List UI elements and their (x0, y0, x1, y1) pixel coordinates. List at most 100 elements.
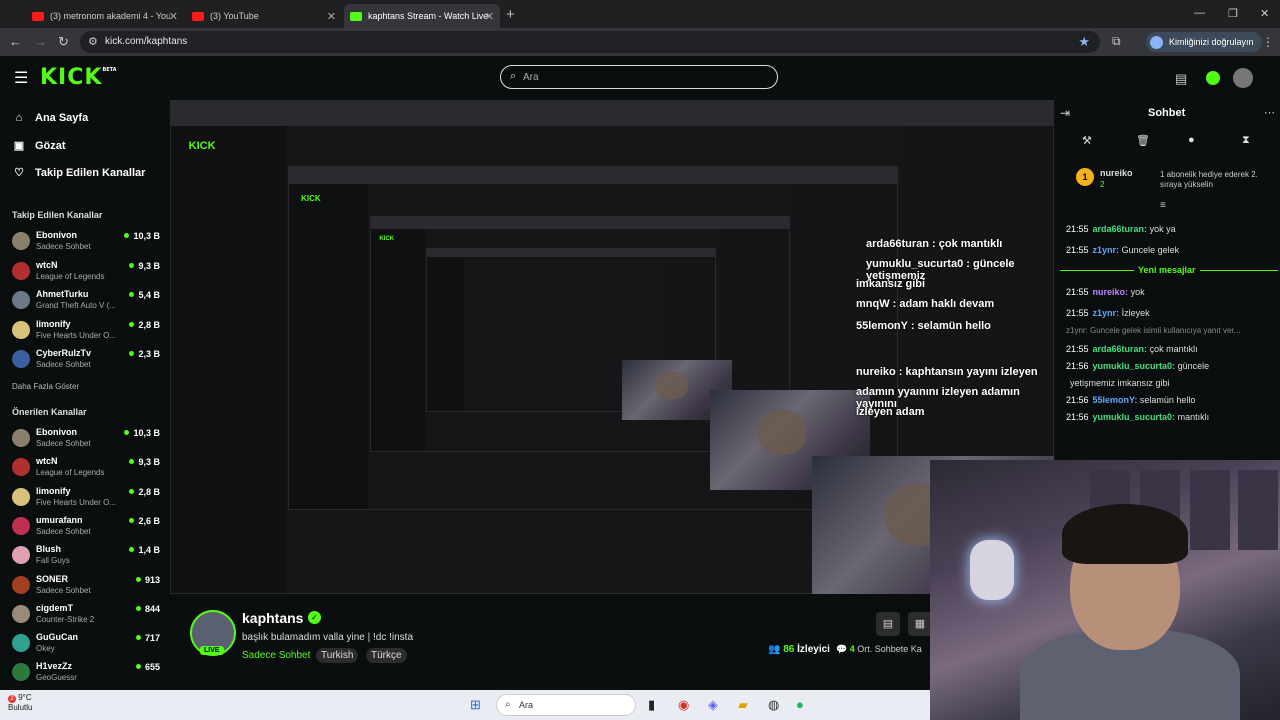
channel-category: Sadece Sohbet (36, 242, 91, 251)
gift-leaderboard[interactable]: 1 nureiko 2 1 abonelik hediye ederek 2. … (1074, 162, 1274, 192)
message-user[interactable]: arda66turan: (1093, 224, 1148, 234)
message-user[interactable]: z1ynr: (1093, 245, 1120, 255)
browser-tab-youtube-metronom[interactable]: (3) metronom akademi 4 - YouTube ✕ (26, 4, 184, 28)
chat-settings-icon[interactable]: ⋯ (1264, 106, 1275, 119)
nav-browse[interactable]: ▣ Gözat (12, 139, 66, 153)
site-info-icon[interactable]: ⚙ (88, 35, 98, 48)
chat-message[interactable]: 21:56 55lemonY: selamün hello (1066, 395, 1276, 405)
windows-start-icon[interactable]: ⊞ (470, 697, 481, 713)
clips-icon[interactable]: ▤ (1175, 71, 1187, 87)
tag-turkish[interactable]: Turkish (316, 648, 359, 663)
recommended-channel[interactable]: SONER Sadece Sohbet 913 (12, 572, 160, 600)
gift-button[interactable]: ▦ (908, 612, 932, 636)
message-user[interactable]: nureiko: (1093, 287, 1129, 297)
obs-icon[interactable]: ◍ (768, 697, 779, 713)
channel-category: Sadece Sohbet (36, 439, 91, 448)
nav-home[interactable]: ⌂ Ana Sayfa (12, 112, 89, 124)
channel-viewers: 655 (136, 662, 160, 672)
video-player[interactable]: KICK KICK KICK arda66turan : çok mantıkl… (170, 100, 1054, 594)
recommended-channel[interactable]: limonify Five Hearts Under O... 2,8 B (12, 484, 160, 512)
following-channel[interactable]: wtcN League of Legends 9,3 B (12, 258, 160, 286)
channel-name: CyberRulzTv (36, 348, 92, 358)
chrome-icon[interactable]: ◉ (678, 697, 689, 713)
kick-icon (350, 11, 362, 21)
back-icon[interactable]: ← (9, 34, 22, 49)
recommended-channel[interactable]: cigdemT Counter-Strike 2 844 (12, 601, 160, 629)
taskbar-search[interactable]: ⌕ Ara (496, 694, 636, 716)
following-section-title: Takip Edilen Kanallar (12, 210, 103, 220)
bookmark-star-icon[interactable]: ★ (1078, 34, 1090, 50)
task-view-icon[interactable]: ▮ (648, 697, 655, 713)
maximize-icon[interactable]: ❐ (1228, 7, 1238, 20)
expand-icon[interactable]: ≡ (1160, 200, 1166, 211)
new-tab-icon[interactable]: + (506, 6, 515, 23)
kick-logo[interactable]: KICKBETA (40, 65, 117, 90)
discord-icon[interactable]: ◈ (708, 697, 718, 713)
browser-menu-icon[interactable]: ⋮ (1262, 35, 1274, 49)
close-tab-icon[interactable]: ✕ (485, 10, 494, 23)
message-time: 21:56 (1066, 412, 1089, 422)
browser-tab-kick[interactable]: kaphtans Stream - Watch Live on Kick ✕ (344, 4, 500, 28)
chat-message[interactable]: 21:55 z1ynr: İzleyek (1066, 308, 1276, 318)
spotify-icon[interactable]: ● (796, 697, 804, 712)
hamburger-menu-icon[interactable]: ☰ (14, 68, 28, 88)
message-user[interactable]: yumuklu_sucurta0: (1093, 412, 1176, 422)
search-input[interactable]: ⌕ Ara (500, 65, 778, 89)
recommended-channel[interactable]: wtcN League of Legends 9,3 B (12, 454, 160, 482)
hourglass-icon[interactable]: ⧗ (1242, 134, 1250, 147)
extensions-icon[interactable]: ⧉ (1112, 34, 1121, 49)
message-user[interactable]: z1ynr: (1093, 308, 1120, 318)
following-channel[interactable]: CyberRulzTv Sadece Sohbet 2,3 B (12, 346, 160, 374)
trash-icon[interactable]: 🗑 (1136, 134, 1150, 147)
tag-turkce[interactable]: Türkçe (366, 648, 407, 663)
hammer-icon[interactable]: ⚒ (1082, 134, 1092, 147)
reload-icon[interactable]: ↻ (58, 34, 69, 50)
chat-bubble-icon[interactable]: ● (1188, 134, 1195, 146)
following-channel[interactable]: Ebonivon Sadece Sohbet 10,3 B (12, 228, 160, 256)
recommended-channel[interactable]: GuGuCan Okey 717 (12, 630, 160, 658)
collapse-chat-icon[interactable]: ⇥ (1060, 106, 1070, 120)
weather-widget[interactable]: 2 9°C Bulutlu (8, 693, 32, 713)
avg-time-number: 4 (849, 644, 855, 654)
message-time: 21:55 (1066, 344, 1089, 354)
message-user[interactable]: 55lemonY: (1093, 395, 1138, 405)
address-bar[interactable]: ⚙ kick.com/kaphtans ★ (80, 31, 1100, 53)
message-user[interactable]: yumuklu_sucurta0: (1093, 361, 1176, 371)
close-tab-icon[interactable]: ✕ (327, 10, 336, 23)
beta-badge: BETA (102, 67, 117, 73)
streamer-name[interactable]: kaphtans (242, 610, 303, 626)
close-window-icon[interactable]: ✕ (1260, 7, 1269, 20)
minimize-icon[interactable]: — (1194, 7, 1205, 19)
channel-name: AhmetTurku (36, 289, 89, 299)
chat-message[interactable]: yetişmemiz imkansız gibi (1066, 378, 1276, 388)
following-channel[interactable]: limonify Five Hearts Under O... 2,8 B (12, 317, 160, 345)
channel-name: limonify (36, 318, 71, 329)
following-channel[interactable]: AhmetTurku Grand Theft Auto V (... 5,4 B (12, 287, 160, 315)
user-avatar[interactable] (1233, 68, 1253, 88)
chat-message[interactable]: 21:55 z1ynr: Guncele gelek (1066, 245, 1276, 255)
recommended-channel[interactable]: umurafann Sadece Sohbet 2,6 B (12, 513, 160, 541)
stream-category[interactable]: Sadece Sohbet (242, 650, 310, 661)
file-explorer-icon[interactable]: ▰ (738, 697, 748, 713)
channel-category: Fall Guys (36, 556, 70, 566)
chat-message[interactable]: 21:55 arda66turan: yok ya (1066, 224, 1276, 234)
recommended-channel[interactable]: Blush Fall Guys 1,4 B (12, 542, 160, 570)
message-user[interactable]: arda66turan: (1093, 344, 1148, 354)
nav-following[interactable]: ♡ Takip Edilen Kanallar (12, 166, 145, 180)
clip-button[interactable]: ▤ (876, 612, 900, 636)
forward-icon[interactable]: → (34, 34, 47, 49)
close-tab-icon[interactable]: ✕ (169, 10, 178, 23)
channel-avatar (12, 232, 30, 250)
kick-points-icon[interactable] (1206, 71, 1220, 85)
show-more-link[interactable]: Daha Fazla Göster (12, 382, 79, 391)
chat-message[interactable]: 21:56 yumuklu_sucurta0: güncele (1066, 361, 1276, 371)
recommended-channel[interactable]: H1vezZz GeoGuessr 655 (12, 659, 160, 687)
coin-icon: 1 (1076, 168, 1094, 186)
chat-message[interactable]: 21:55 arda66turan: çok mantıklı (1066, 344, 1276, 354)
chat-message[interactable]: 21:55 nureiko: yok (1066, 287, 1276, 297)
profile-button[interactable]: Kimliğinizi doğrulayın (1146, 32, 1262, 52)
channel-name: limonify (36, 485, 71, 496)
browser-tab-youtube[interactable]: (3) YouTube ✕ (186, 4, 342, 28)
chat-message[interactable]: 21:56 yumuklu_sucurta0: mantıklı (1066, 412, 1276, 422)
recommended-channel[interactable]: Ebonivon Sadece Sohbet 10,3 B (12, 425, 160, 453)
